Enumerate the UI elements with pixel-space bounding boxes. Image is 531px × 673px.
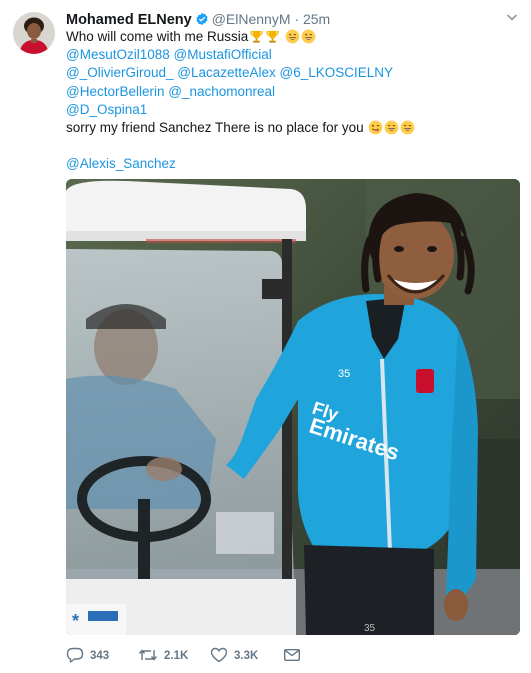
reply-count: 343 [90, 650, 110, 662]
mention-link[interactable]: @_nachomonreal [168, 84, 275, 99]
separator-dot: · [294, 11, 300, 27]
reply-icon [66, 647, 84, 666]
svg-text:*: * [72, 611, 79, 631]
reply-button[interactable]: 343 [66, 646, 109, 666]
envelope-icon [283, 647, 301, 666]
grinning-emoji-icon [384, 120, 399, 140]
tweet-text-line1: Who will come with me Russia [66, 29, 249, 44]
mention-link[interactable]: @MustafiOfficial [174, 47, 272, 62]
text-line-8: @Alexis_Sanchez [66, 155, 516, 173]
winking-tongue-emoji-icon [368, 120, 383, 140]
mention-link[interactable]: @D_Ospina1 [66, 102, 147, 117]
chevron-down-icon[interactable] [505, 10, 519, 29]
grinning-emoji-icon [285, 29, 300, 49]
text-line-4: @HectorBellerin @_nachomonreal [66, 83, 516, 101]
tweet-actions: 343 2.1K 3.3K [66, 646, 516, 666]
retweet-button[interactable]: 2.1K [138, 646, 188, 666]
mention-link[interactable]: @MesutOzil1088 [66, 47, 170, 62]
text-line-5: @D_Ospina1 [66, 101, 516, 119]
avatar-image [13, 12, 55, 54]
tweet-photo[interactable]: * Fly Emirates 35 35 [66, 179, 520, 635]
grinning-emoji-icon [400, 120, 415, 140]
like-count: 3.3K [234, 650, 259, 662]
tweet-timestamp[interactable]: 25m [303, 11, 330, 27]
text-line-1: Who will come with me Russia [66, 28, 516, 46]
tweet-header: Mohamed ELNeny @ElNennyM · 25m [66, 10, 330, 30]
grinning-emoji-icon [301, 29, 316, 49]
jersey-number: 35 [338, 368, 350, 380]
retweet-icon [138, 647, 158, 666]
text-line-6: sorry my friend Sanchez There is no plac… [66, 119, 516, 137]
mention-link[interactable]: @HectorBellerin [66, 84, 165, 99]
mention-link[interactable]: @_OlivierGiroud_ [66, 65, 174, 80]
avatar[interactable] [13, 12, 55, 54]
direct-message-button[interactable] [283, 646, 301, 666]
photo-illustration: * Fly Emirates 35 35 [66, 179, 520, 635]
like-button[interactable]: 3.3K [210, 646, 258, 666]
mention-link[interactable]: @6_LKOSCIELNY [280, 65, 394, 80]
tweet: Mohamed ELNeny @ElNennyM · 25m Who will c… [0, 0, 531, 673]
author-name[interactable]: Mohamed ELNeny [66, 12, 192, 28]
text-line-3: @_OlivierGiroud_ @LacazetteAlex @6_LKOSC… [66, 64, 516, 82]
heart-icon [210, 647, 228, 666]
mention-link[interactable]: @Alexis_Sanchez [66, 156, 176, 171]
mention-link[interactable]: @LacazetteAlex [177, 65, 276, 80]
tweet-text: Who will come with me Russia @MesutOzil1… [66, 28, 516, 174]
svg-text:35: 35 [364, 623, 376, 634]
author-handle[interactable]: @ElNennyM [212, 11, 291, 27]
tweet-text-line6: sorry my friend Sanchez There is no plac… [66, 119, 364, 135]
retweet-count: 2.1K [164, 650, 189, 662]
